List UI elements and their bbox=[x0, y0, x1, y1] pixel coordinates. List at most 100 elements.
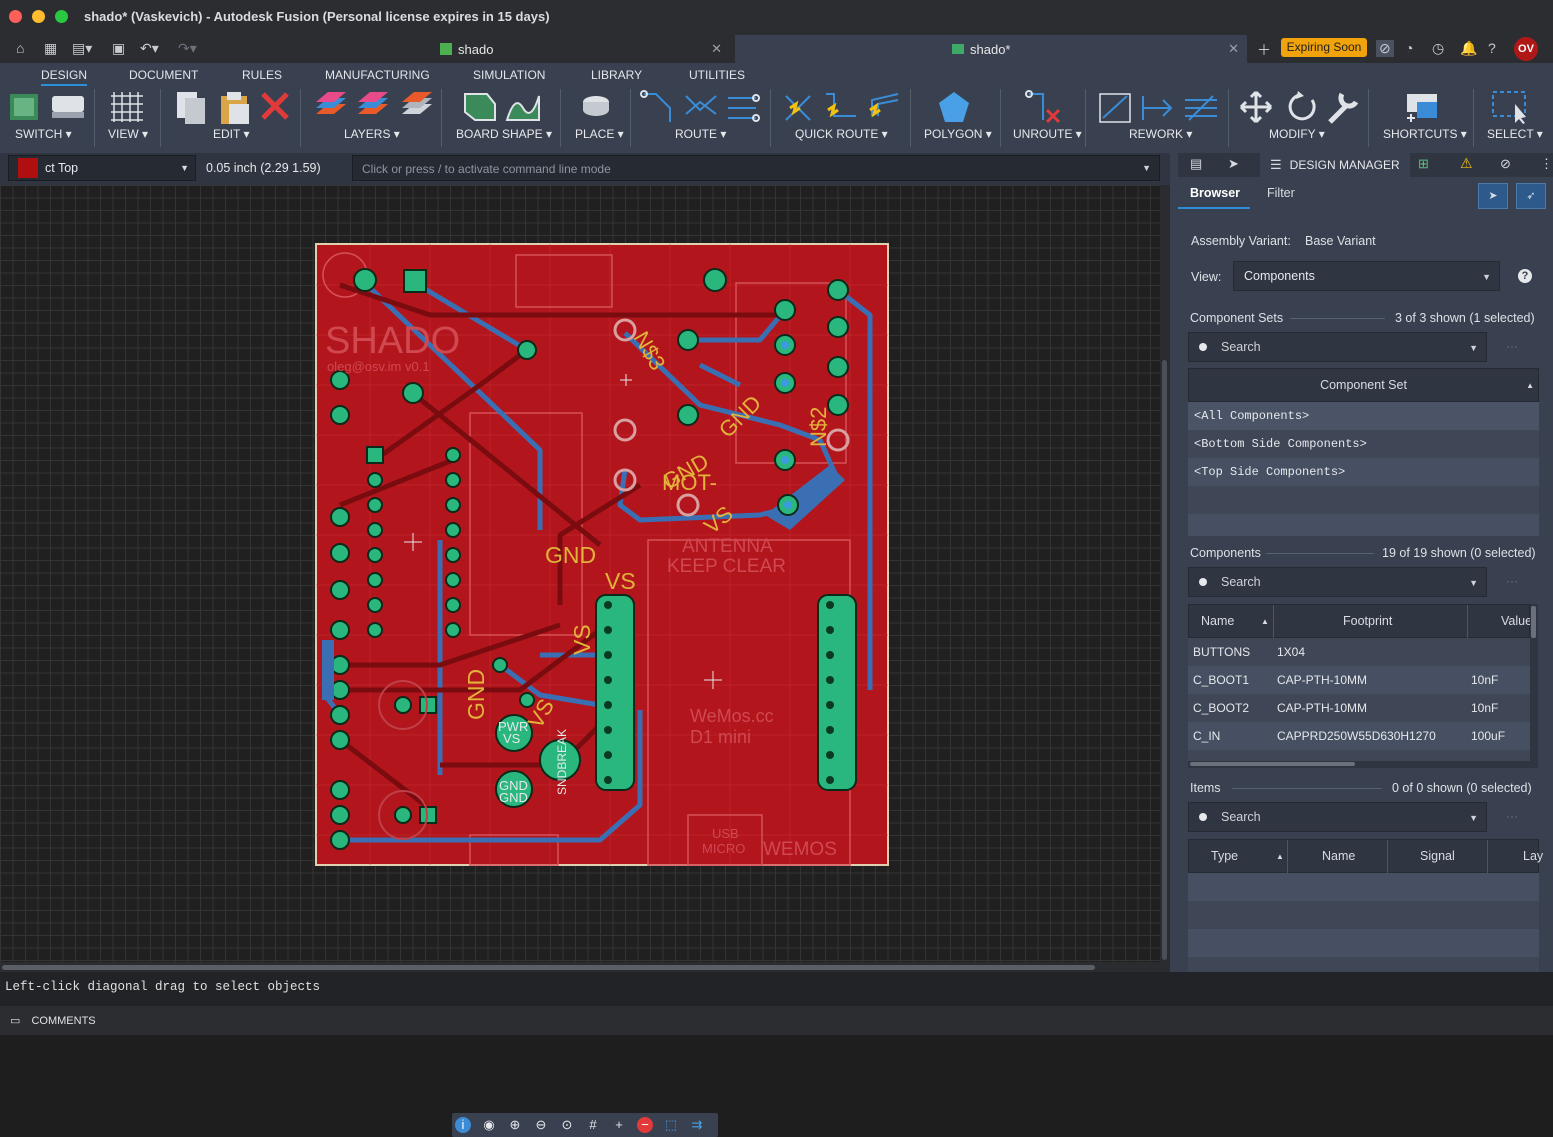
unroute-group-button[interactable]: UNROUTE ▾ bbox=[1013, 127, 1082, 141]
canvas-vertical-scrollbar[interactable] bbox=[1160, 185, 1170, 962]
switch-icon[interactable] bbox=[8, 90, 88, 124]
unroute-icon[interactable] bbox=[1025, 90, 1065, 124]
view-select[interactable]: Components ▼ bbox=[1233, 261, 1500, 291]
route-group-button[interactable]: ROUTE ▾ bbox=[675, 127, 726, 141]
redo-icon[interactable]: ↷▾ bbox=[178, 40, 197, 57]
rework-group-button[interactable]: REWORK ▾ bbox=[1129, 127, 1192, 141]
zoom-window-button[interactable] bbox=[55, 10, 68, 23]
place-group-button[interactable]: PLACE ▾ bbox=[575, 127, 624, 141]
file-menu-icon[interactable]: ▤▾ bbox=[72, 40, 92, 57]
list-item[interactable]: <Top Side Components> bbox=[1188, 458, 1539, 486]
zoom-fit-icon[interactable]: ⊙ bbox=[559, 1117, 575, 1133]
route-icons[interactable] bbox=[640, 90, 762, 124]
info-icon[interactable]: i bbox=[455, 1117, 471, 1133]
close-tab-icon[interactable]: ✕ bbox=[711, 41, 722, 57]
column-header-layer[interactable]: Lay bbox=[1523, 849, 1543, 863]
select-icon[interactable] bbox=[1491, 90, 1531, 124]
place-icon[interactable] bbox=[580, 90, 612, 124]
more-options-icon[interactable]: ··· bbox=[1506, 339, 1518, 353]
new-tab-icon[interactable]: ＋ bbox=[1257, 40, 1271, 60]
scroll-thumb[interactable] bbox=[1162, 360, 1167, 960]
tab-document[interactable]: DOCUMENT bbox=[129, 68, 198, 82]
quick-route-group-button[interactable]: QUICK ROUTE ▾ bbox=[795, 127, 888, 141]
chevron-down-icon[interactable]: ▼ bbox=[1142, 163, 1151, 173]
more-icon[interactable]: ⋮ bbox=[1540, 156, 1553, 172]
canvas-horizontal-scrollbar[interactable] bbox=[0, 962, 1170, 972]
stop-icon[interactable]: − bbox=[637, 1117, 653, 1133]
data-panel-icon[interactable]: ⊘ bbox=[1376, 40, 1394, 57]
tab-manufacturing[interactable]: MANUFACTURING bbox=[325, 68, 430, 82]
list-item[interactable]: <Bottom Side Components> bbox=[1188, 430, 1539, 458]
view-group-button[interactable]: VIEW ▾ bbox=[108, 127, 148, 141]
app-grid-icon[interactable]: ▦ bbox=[44, 40, 57, 57]
switch-group-button[interactable]: SWITCH ▾ bbox=[15, 127, 72, 141]
doc-tab-board[interactable]: shado* ✕ bbox=[735, 35, 1247, 63]
layers-group-button[interactable]: LAYERS ▾ bbox=[344, 127, 400, 141]
pcb-board[interactable]: SHADO oleg@osv.im v0.1 GND VS VS GND N$3… bbox=[0, 185, 1160, 962]
doc-tab-schematic[interactable]: shado ✕ bbox=[430, 35, 730, 63]
design-rules-icon[interactable]: ⊘ bbox=[1500, 156, 1511, 172]
eye-icon[interactable]: ◉ bbox=[481, 1117, 497, 1133]
add-component-icon[interactable]: ⊞ bbox=[1418, 156, 1429, 172]
tab-browser[interactable]: Browser bbox=[1178, 177, 1250, 209]
items-search[interactable]: Search ▼ bbox=[1188, 802, 1487, 832]
board-canvas[interactable]: SHADO oleg@osv.im v0.1 GND VS VS GND N$3… bbox=[0, 185, 1160, 1137]
edit-group-button[interactable]: EDIT ▾ bbox=[213, 127, 249, 141]
expiring-badge[interactable]: Expiring Soon bbox=[1281, 38, 1367, 57]
close-window-button[interactable] bbox=[9, 10, 22, 23]
zoom-out-icon[interactable]: ⊖ bbox=[533, 1117, 549, 1133]
cursor-icon[interactable]: ➤ bbox=[1228, 156, 1239, 172]
highlight-mode-button[interactable]: ➶ bbox=[1516, 183, 1546, 209]
tab-simulation[interactable]: SIMULATION bbox=[473, 68, 545, 82]
modify-group-button[interactable]: MODIFY ▾ bbox=[1269, 127, 1325, 141]
polygon-group-button[interactable]: POLYGON ▾ bbox=[924, 127, 992, 141]
grid-toggle-icon[interactable]: # bbox=[585, 1117, 601, 1133]
help-icon[interactable]: ? bbox=[1488, 40, 1496, 56]
column-header-footprint[interactable]: Footprint bbox=[1343, 614, 1392, 628]
avatar[interactable]: OV bbox=[1514, 37, 1538, 61]
selection-icon[interactable]: ⬚ bbox=[663, 1117, 679, 1133]
layers-icon[interactable] bbox=[314, 90, 434, 124]
warning-icon[interactable]: ⚠ bbox=[1460, 155, 1473, 172]
close-tab-icon[interactable]: ✕ bbox=[1228, 41, 1239, 57]
component-sets-search[interactable]: Search ▼ bbox=[1188, 332, 1487, 362]
notifications-icon[interactable]: 🔔 bbox=[1460, 40, 1477, 57]
more-options-icon[interactable]: ··· bbox=[1506, 574, 1518, 588]
more-options-icon[interactable]: ··· bbox=[1506, 809, 1518, 823]
zoom-in-icon[interactable]: ⊕ bbox=[507, 1117, 523, 1133]
undo-icon[interactable]: ↶▾ bbox=[140, 40, 159, 57]
edit-icons[interactable] bbox=[175, 90, 295, 124]
save-icon[interactable]: ▣ bbox=[112, 40, 125, 57]
extensions-icon[interactable]: ◔ bbox=[1405, 40, 1413, 56]
help-icon[interactable]: ? bbox=[1518, 269, 1532, 283]
column-header-value[interactable]: Value bbox=[1501, 614, 1532, 628]
table-row[interactable]: C_BOOT1 CAP-PTH-10MM 10nF bbox=[1188, 666, 1530, 694]
components-search[interactable]: Search ▼ bbox=[1188, 567, 1487, 597]
filter-icon[interactable]: ⇉ bbox=[689, 1117, 705, 1133]
tab-library[interactable]: LIBRARY bbox=[591, 68, 642, 82]
component-set-column-header[interactable]: Component Set ▲ bbox=[1188, 368, 1539, 402]
tab-design[interactable]: DESIGN bbox=[41, 68, 88, 86]
board-shape-group-button[interactable]: BOARD SHAPE ▾ bbox=[456, 127, 552, 141]
layer-select[interactable]: ct Top ▼ bbox=[8, 155, 196, 181]
shortcuts-icon[interactable] bbox=[1403, 90, 1443, 124]
column-header-name[interactable]: Name bbox=[1201, 614, 1234, 628]
tab-rules[interactable]: RULES bbox=[242, 68, 282, 82]
command-line-input[interactable]: Click or press / to activate command lin… bbox=[352, 155, 1160, 181]
job-status-icon[interactable]: ◷ bbox=[1432, 40, 1444, 57]
select-group-button[interactable]: SELECT ▾ bbox=[1487, 127, 1543, 141]
scroll-thumb[interactable] bbox=[1531, 606, 1536, 638]
board-shape-icon[interactable] bbox=[463, 90, 543, 124]
quick-route-icons[interactable] bbox=[780, 90, 902, 124]
scroll-thumb[interactable] bbox=[1190, 762, 1355, 766]
crosshair-icon[interactable]: + bbox=[611, 1117, 627, 1133]
column-header-signal[interactable]: Signal bbox=[1420, 849, 1455, 863]
shortcuts-group-button[interactable]: SHORTCUTS ▾ bbox=[1383, 127, 1467, 141]
list-item[interactable]: <All Components> bbox=[1188, 402, 1539, 430]
table-row[interactable]: C_BOOT2 CAP-PTH-10MM 10nF bbox=[1188, 694, 1530, 722]
tab-utilities[interactable]: UTILITIES bbox=[689, 68, 745, 82]
column-header-name[interactable]: Name bbox=[1322, 849, 1355, 863]
rework-icons[interactable] bbox=[1097, 90, 1221, 124]
select-mode-button[interactable]: ➤ bbox=[1478, 183, 1508, 209]
minimize-window-button[interactable] bbox=[32, 10, 45, 23]
